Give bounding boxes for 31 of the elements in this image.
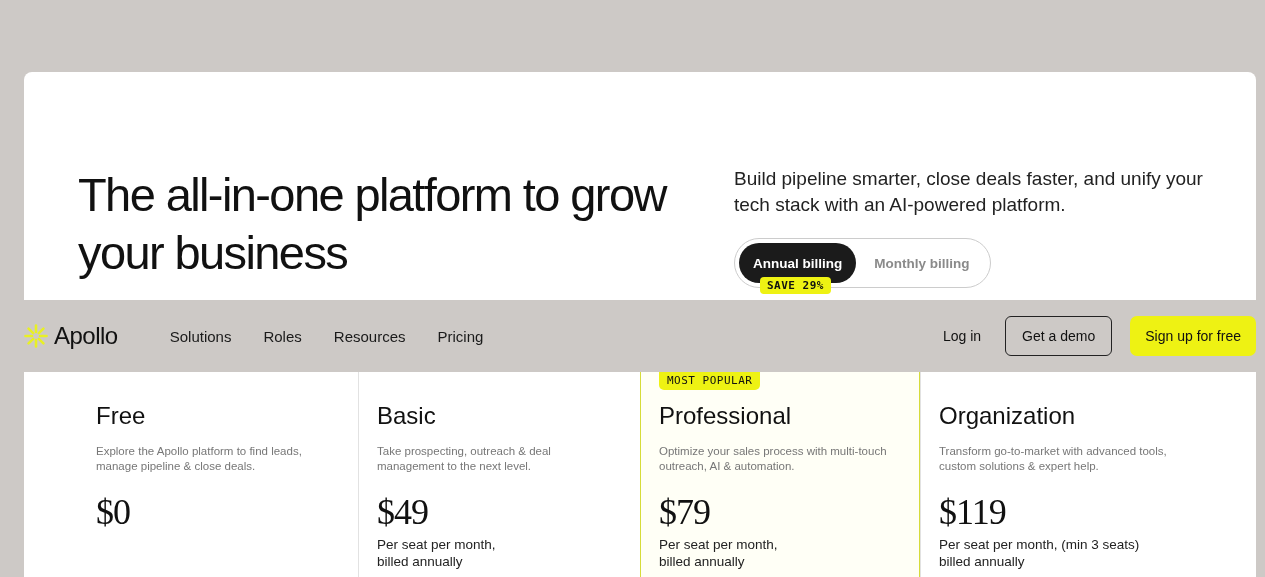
- nav-link[interactable]: Roles: [263, 327, 302, 345]
- plan-billing-note: Per seat per month,: [659, 536, 778, 553]
- plan-billing-note: billed annually: [659, 553, 745, 570]
- nav-link[interactable]: Solutions: [169, 327, 232, 345]
- plan-billing-note: billed annually: [939, 553, 1025, 570]
- get-demo-button[interactable]: Get a demo: [1005, 316, 1113, 356]
- hero-title: The all-in-one platform to grow your business: [78, 167, 668, 281]
- plan-price: $79: [659, 494, 711, 530]
- plan-name: Professional: [659, 402, 793, 430]
- plan-price: $119: [939, 494, 1007, 530]
- popular-badge: MOST POPULAR: [659, 372, 761, 390]
- brand-name[interactable]: Apollo: [54, 322, 118, 350]
- plan-name: Free: [96, 402, 147, 430]
- plan-description: Optimize your sales process with multi-touch outreach, AI & automation.: [659, 444, 888, 474]
- plan-billing-note: billed annually: [377, 553, 463, 570]
- plan-billing-note: Per seat per month,: [377, 536, 496, 553]
- signup-button[interactable]: Sign up for free: [1130, 316, 1256, 356]
- starburst-logo-icon: [24, 324, 48, 348]
- plan-price: $0: [96, 494, 131, 530]
- save-badge: SAVE 29%: [760, 277, 831, 294]
- plan-name: Organization: [939, 402, 1077, 430]
- hero-subtitle: Build pipeline smarter, close deals faster, and unify your tech stack with an AI-powered platform.: [734, 167, 1204, 217]
- nav-link[interactable]: Resources: [333, 327, 406, 345]
- login-link[interactable]: Log in: [942, 328, 982, 344]
- plan-description: Transform go-to-market with advanced tools, custom solutions & expert help.: [939, 444, 1168, 474]
- plan-billing-note: Per seat per month, (min 3 seats): [939, 536, 1140, 553]
- plan-description: Explore the Apollo platform to find leads, manage pipeline & close deals.: [96, 444, 303, 474]
- nav-link[interactable]: Pricing: [437, 327, 484, 345]
- plan-description: Take prospecting, outreach & deal management to the next level.: [377, 444, 552, 474]
- plan-name: Basic: [377, 402, 437, 430]
- plan-price: $49: [377, 494, 429, 530]
